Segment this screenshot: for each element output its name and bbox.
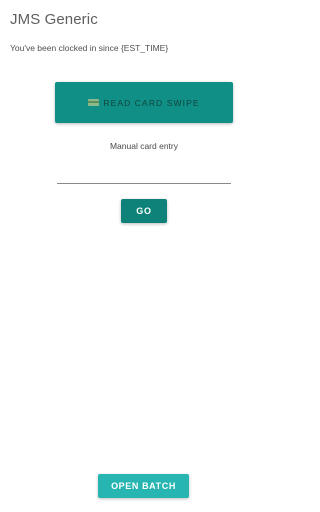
manual-entry-label: Manual card entry	[109, 141, 179, 151]
app-title: JMS Generic	[10, 11, 98, 28]
clock-status-text: You've been clocked in since {EST_TIME}	[10, 43, 169, 53]
credit-card-icon	[88, 99, 100, 106]
read-card-swipe-button[interactable]: READ CARD SWIPE	[55, 82, 233, 123]
go-button[interactable]: GO	[121, 199, 167, 223]
manual-card-entry-input[interactable]	[57, 165, 231, 184]
app-screen: JMS Generic You've been clocked in since…	[0, 0, 288, 512]
read-card-swipe-label: READ CARD SWIPE	[103, 97, 200, 108]
open-batch-button[interactable]: OPEN BATCH	[98, 474, 189, 498]
